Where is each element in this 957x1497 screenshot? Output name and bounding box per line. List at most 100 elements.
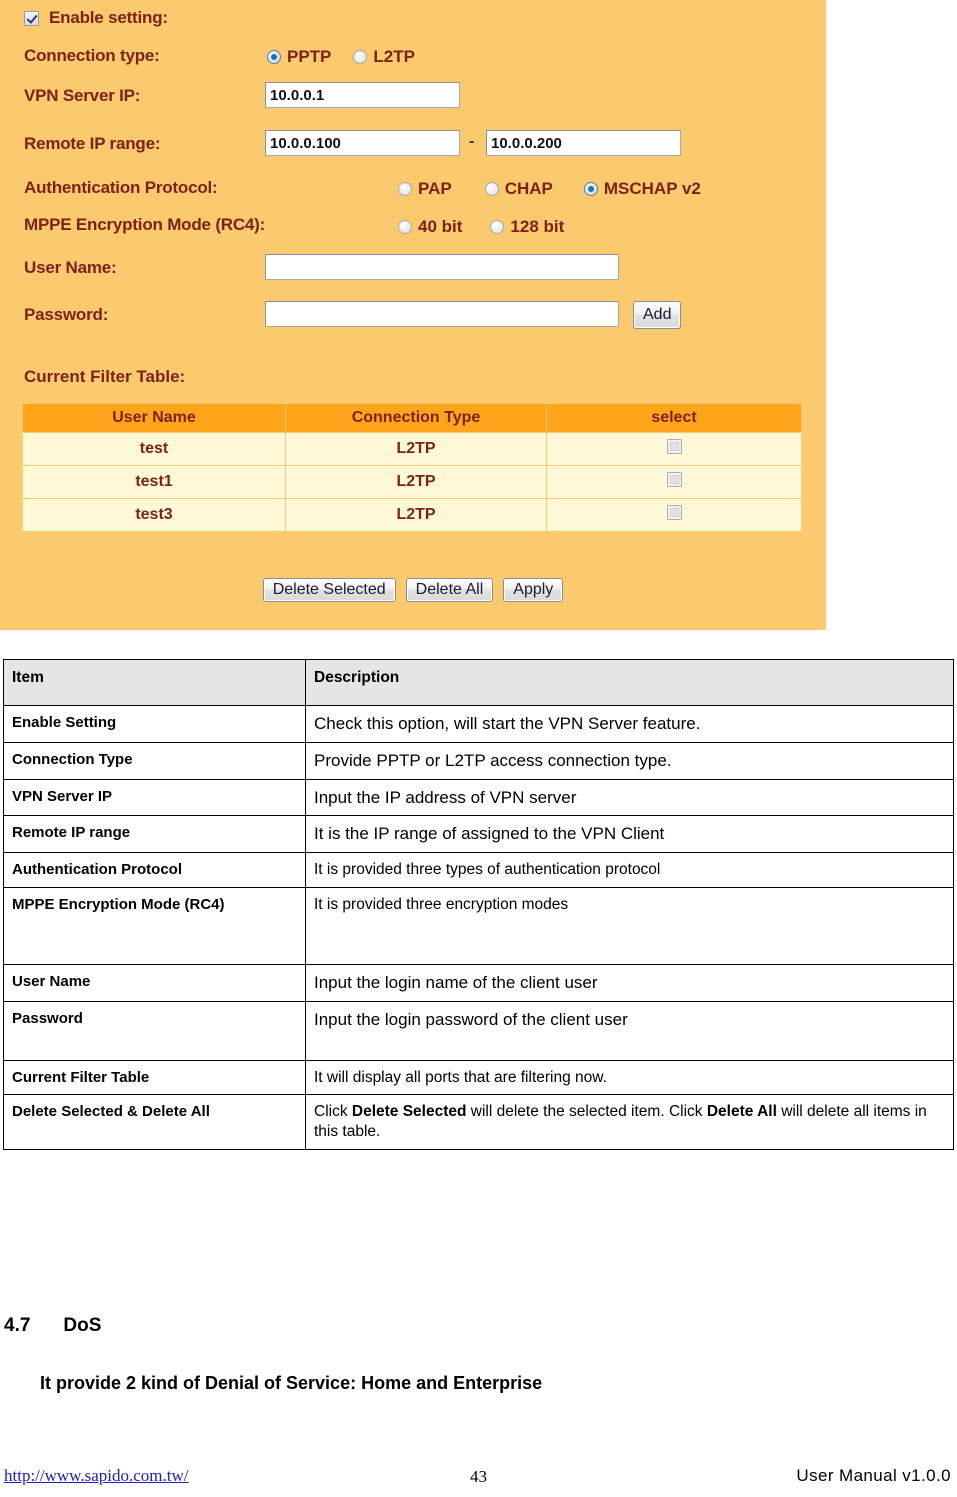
mppe-encryption-mode-label: MPPE Encryption Mode (RC4):: [24, 215, 266, 234]
table-row: test3 L2TP: [23, 499, 801, 531]
filter-row-select-checkbox[interactable]: [666, 505, 682, 520]
description-text: Input the login name of the client user: [305, 963, 954, 1002]
vpn-server-ip-label-wrap: VPN Server IP:: [24, 86, 140, 106]
connection-type-label-wrap: Connection type:: [24, 46, 160, 66]
remote-ip-range-end-input[interactable]: [486, 130, 681, 156]
mppe-label-wrap: MPPE Encryption Mode (RC4):: [24, 215, 265, 235]
enable-setting-label: Enable setting:: [49, 8, 168, 27]
table-row: Enable Setting Check this option, will s…: [3, 705, 954, 743]
remote-ip-range-start-input[interactable]: [265, 130, 460, 156]
auth-protocol-option-pap[interactable]: PAP: [398, 179, 452, 199]
auth-protocol-pap-label: PAP: [418, 179, 452, 198]
password-label: Password:: [24, 305, 109, 324]
table-row: Current Filter Table It will display all…: [3, 1059, 954, 1096]
apply-button[interactable]: Apply: [503, 578, 564, 602]
auth-protocol-label: Authentication Protocol:: [24, 178, 218, 197]
description-table: Item Description Enable Setting Check th…: [3, 659, 954, 1151]
table-row: MPPE Encryption Mode (RC4) It is provide…: [3, 886, 954, 965]
delete-selected-button[interactable]: Delete Selected: [262, 578, 396, 602]
mppe-option-40bit[interactable]: 40 bit: [398, 217, 462, 237]
description-text: Input the login password of the client u…: [305, 1000, 954, 1061]
delete-all-button[interactable]: Delete All: [405, 578, 494, 602]
filter-row-user-name: test1: [23, 466, 285, 498]
filter-row-select-checkbox[interactable]: [666, 472, 682, 487]
description-item: MPPE Encryption Mode (RC4): [3, 886, 306, 965]
radio-chap-icon[interactable]: [484, 182, 499, 196]
description-text: It will display all ports that are filte…: [305, 1059, 954, 1096]
description-item: Connection Type: [3, 741, 306, 780]
vpn-server-ip-label: VPN Server IP:: [24, 86, 141, 105]
auth-protocol-mschapv2-label: MSCHAP v2: [603, 179, 701, 198]
description-item: Remote IP range: [3, 815, 306, 853]
add-button[interactable]: Add: [633, 301, 682, 329]
filter-col-user-name: User Name: [23, 404, 285, 432]
user-name-label-wrap: User Name:: [24, 258, 117, 278]
auth-protocol-label-wrap: Authentication Protocol:: [24, 178, 218, 198]
enable-setting-row: Enable setting:: [24, 8, 168, 28]
mppe-option-128bit[interactable]: 128 bit: [490, 217, 564, 237]
section-title: DoS: [63, 1315, 102, 1336]
section-heading: 4.7 DoS: [4, 1315, 101, 1337]
enable-setting-checkbox[interactable]: [24, 10, 39, 26]
filter-row-select-cell: [547, 466, 801, 498]
connection-type-l2tp-label: L2TP: [373, 47, 415, 66]
radio-mschapv2-icon[interactable]: [583, 182, 598, 196]
description-item: Current Filter Table: [3, 1059, 306, 1096]
filter-table-action-buttons: Delete Selected Delete All Apply: [0, 578, 826, 602]
connection-type-label: Connection type:: [24, 46, 160, 65]
auth-protocol-option-chap[interactable]: CHAP: [484, 179, 553, 199]
radio-l2tp-icon[interactable]: [353, 50, 368, 64]
description-col-item: Item: [3, 659, 306, 706]
filter-row-connection-type: L2TP: [286, 466, 546, 498]
description-item: Password: [3, 1000, 306, 1061]
description-item: User Name: [3, 963, 306, 1002]
current-filter-table-title: Current Filter Table:: [24, 367, 186, 386]
mppe-40bit-label: 40 bit: [418, 217, 463, 236]
section-number: 4.7: [4, 1315, 31, 1336]
table-row: test L2TP: [23, 433, 801, 465]
filter-col-select: select: [547, 404, 801, 432]
password-input[interactable]: [265, 301, 619, 327]
description-text: Check this option, will start the VPN Se…: [305, 705, 954, 743]
filter-row-select-cell: [547, 499, 801, 531]
current-filter-table: User Name Connection Type select test L2…: [22, 403, 802, 532]
remote-ip-range-label: Remote IP range:: [24, 134, 161, 153]
password-label-wrap: Password:: [24, 305, 108, 325]
filter-row-select-checkbox[interactable]: [666, 439, 682, 454]
connection-type-pptp-label: PPTP: [287, 47, 332, 66]
radio-40bit-icon[interactable]: [398, 220, 412, 234]
table-row: User Name Input the login name of the cl…: [3, 963, 954, 1002]
radio-128bit-icon[interactable]: [490, 220, 505, 234]
filter-row-select-cell: [547, 433, 801, 465]
filter-row-user-name: test: [23, 433, 285, 465]
table-row: VPN Server IP Input the IP address of VP…: [3, 778, 954, 817]
description-item: VPN Server IP: [3, 778, 306, 817]
description-item: Enable Setting: [3, 705, 306, 743]
description-text: It is provided three types of authentica…: [305, 852, 954, 888]
table-row: test1 L2TP: [23, 466, 801, 498]
table-row: Connection Type Provide PPTP or L2TP acc…: [3, 741, 954, 780]
table-row: Authentication Protocol It is provided t…: [3, 852, 954, 888]
radio-pptp-icon[interactable]: [267, 50, 281, 64]
user-name-input[interactable]: [265, 254, 619, 280]
radio-pap-icon[interactable]: [398, 182, 412, 196]
filter-row-connection-type: L2TP: [286, 433, 546, 465]
connection-type-radio-group: PPTP L2TP: [267, 47, 415, 67]
description-text: It is the IP range of assigned to the VP…: [305, 815, 954, 853]
remote-ip-range-label-wrap: Remote IP range:: [24, 134, 161, 154]
mppe-radio-group: 40 bit 128 bit: [398, 217, 564, 237]
connection-type-option-l2tp[interactable]: L2TP: [353, 47, 415, 67]
description-item: Delete Selected & Delete All: [3, 1094, 306, 1151]
filter-row-connection-type: L2TP: [286, 499, 546, 531]
footer-manual-version: User Manual v1.0.0: [796, 1466, 951, 1485]
description-table-header-row: Item Description: [3, 659, 954, 706]
auth-protocol-option-mschapv2[interactable]: MSCHAP v2: [583, 179, 701, 199]
connection-type-option-pptp[interactable]: PPTP: [267, 47, 331, 67]
description-text: Input the IP address of VPN server: [305, 778, 954, 817]
user-name-label: User Name:: [24, 258, 117, 277]
table-row: Password Input the login password of the…: [3, 1000, 954, 1061]
filter-table-header-row: User Name Connection Type select: [23, 404, 801, 432]
vpn-server-ip-input[interactable]: [265, 82, 460, 108]
table-row: Remote IP range It is the IP range of as…: [3, 815, 954, 853]
vpn-server-settings-panel: Enable setting: Connection type: PPTP L2…: [0, 0, 826, 630]
